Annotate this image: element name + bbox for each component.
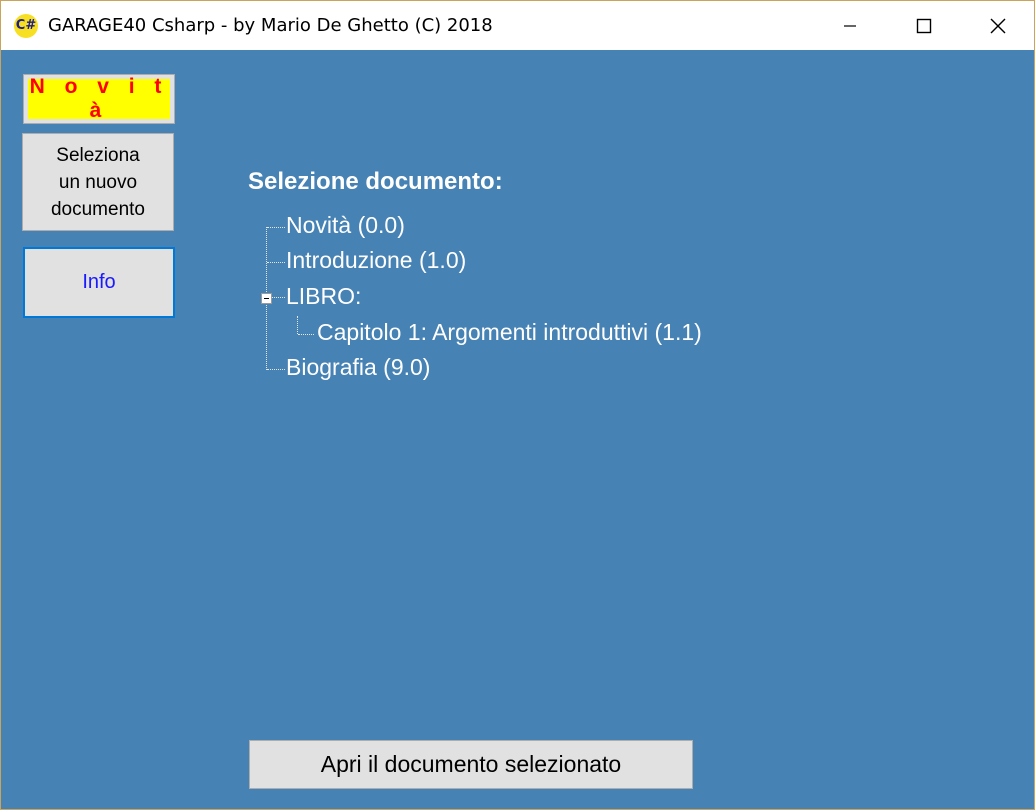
select-label-line: documento xyxy=(50,198,145,220)
tree-connector xyxy=(267,262,285,263)
select-new-document-button[interactable]: Seleziona un nuovo documento xyxy=(22,133,174,231)
close-icon xyxy=(990,18,1006,33)
collapse-toggle-icon[interactable] xyxy=(261,293,272,304)
select-label-line: Seleziona xyxy=(56,144,140,166)
app-window: C# GARAGE40 Csharp - by Mario De Ghetto … xyxy=(0,0,1035,810)
maximize-icon xyxy=(916,18,932,33)
title-bar[interactable]: C# GARAGE40 Csharp - by Mario De Ghetto … xyxy=(1,1,1034,50)
info-button-label: Info xyxy=(82,271,116,293)
info-button[interactable]: Info xyxy=(23,247,175,318)
tree-connector xyxy=(267,369,285,370)
tree-connector xyxy=(271,297,285,298)
tree-connector xyxy=(267,227,285,228)
tree-child-connector xyxy=(297,316,298,334)
tree-item-introduzione[interactable]: Introduzione (1.0) xyxy=(286,247,466,274)
select-new-document-label: Seleziona un nuovo documento xyxy=(51,142,145,223)
minimize-button[interactable] xyxy=(813,1,887,50)
tree-item-capitolo-1[interactable]: Capitolo 1: Argomenti introduttivi (1.1) xyxy=(317,319,702,346)
tree-item-biografia[interactable]: Biografia (9.0) xyxy=(286,354,430,381)
novita-button-label: N o v i t à xyxy=(28,75,170,122)
open-selected-document-label: Apri il documento selezionato xyxy=(320,751,622,777)
document-selection-heading: Selezione documento: xyxy=(248,168,503,195)
select-label-line: un nuovo xyxy=(58,171,138,193)
tree-connector xyxy=(298,334,314,335)
tree-item-novita[interactable]: Novità (0.0) xyxy=(286,212,405,239)
window-title: GARAGE40 Csharp - by Mario De Ghetto (C)… xyxy=(48,15,493,36)
close-button[interactable] xyxy=(961,1,1035,50)
app-csharp-icon: C# xyxy=(14,14,38,38)
open-selected-document-button[interactable]: Apri il documento selezionato xyxy=(249,740,693,789)
minimize-icon xyxy=(844,24,856,27)
tree-item-libro[interactable]: LIBRO: xyxy=(286,283,361,310)
novita-button[interactable]: N o v i t à xyxy=(23,74,175,124)
maximize-button[interactable] xyxy=(887,1,961,50)
